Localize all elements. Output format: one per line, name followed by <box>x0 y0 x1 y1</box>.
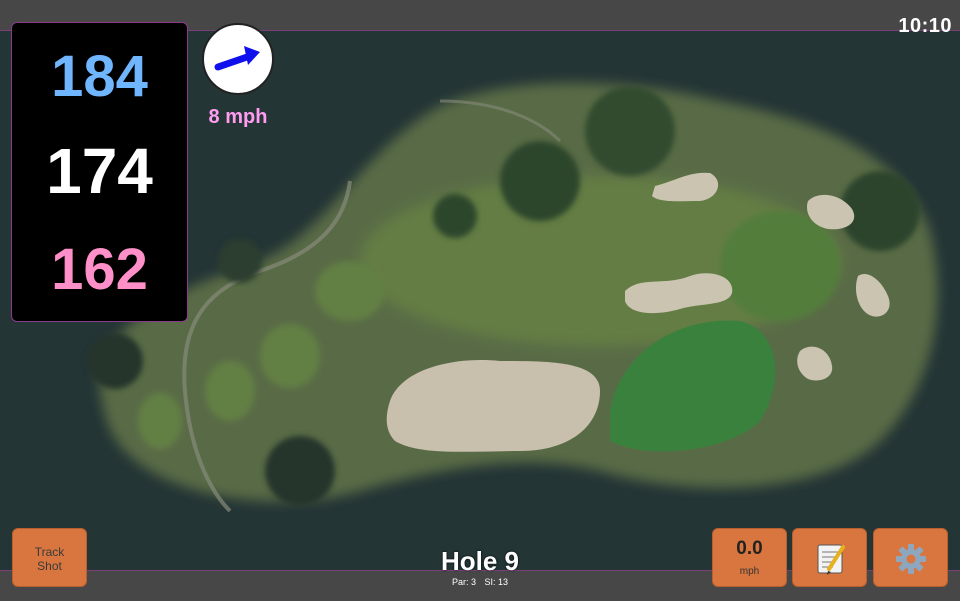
settings-button[interactable] <box>873 528 948 587</box>
front-distance: 162 <box>51 237 148 302</box>
hole-par: Par: 3 <box>451 577 476 587</box>
middle-distance: 174 <box>46 135 153 207</box>
wind-indicator <box>202 23 274 95</box>
track-shot-label-line1: Track <box>34 545 65 559</box>
track-shot-button[interactable]: Track Shot <box>12 528 87 587</box>
back-distance: 184 <box>51 44 148 109</box>
wind-direction-arrow-icon <box>214 46 260 71</box>
speed-unit: mph <box>739 566 760 577</box>
hole-meta: Par: 3 SI: 13 <box>380 577 580 587</box>
track-shot-label-line2: Shot <box>37 559 62 573</box>
speed-value: 0.0 <box>736 538 763 559</box>
speed-button[interactable]: 0.0 mph <box>712 528 787 587</box>
notes-button[interactable] <box>792 528 867 587</box>
clock: 10:10 <box>898 15 952 37</box>
distance-panel: 184 174 162 <box>11 22 188 322</box>
hole-stroke-index: SI: 13 <box>484 577 509 587</box>
notepad-icon <box>817 544 845 575</box>
gear-icon <box>896 544 926 574</box>
wind-speed: 8 mph <box>208 106 268 128</box>
hole-title: Hole 9 <box>440 546 520 576</box>
